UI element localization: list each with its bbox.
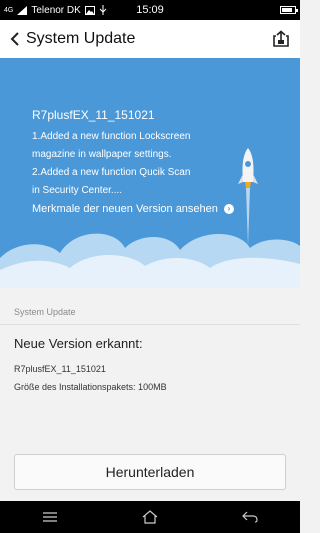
new-version-heading: Neue Version erkannt: xyxy=(14,336,143,351)
release-note-line: in Security Center.... xyxy=(32,185,123,196)
divider xyxy=(0,324,300,325)
home-icon xyxy=(142,510,158,524)
version-number: R7plusfEX_11_151021 xyxy=(14,364,106,374)
battery-level xyxy=(282,8,292,12)
home-button[interactable] xyxy=(130,501,170,533)
battery-icon xyxy=(280,6,298,14)
release-note-line: 1.Added a new function Lockscreen xyxy=(32,131,191,142)
app-bar: System Update xyxy=(0,20,300,58)
back-arrow-icon xyxy=(242,511,258,523)
release-notes: 1.Added a new function Lockscreen magazi… xyxy=(32,128,232,200)
back-button[interactable] xyxy=(0,20,26,58)
package-size: Größe des Installationspakets: 100MB xyxy=(14,382,167,392)
export-icon xyxy=(273,30,289,47)
export-button[interactable] xyxy=(262,20,300,58)
status-right xyxy=(280,6,298,14)
signal-icon xyxy=(17,5,28,15)
section-label: System Update xyxy=(14,307,76,317)
nav-back-button[interactable] xyxy=(230,501,270,533)
network-type: 4G xyxy=(4,6,14,14)
menu-button[interactable] xyxy=(30,501,70,533)
navigation-bar xyxy=(0,501,300,533)
usb-icon xyxy=(99,5,107,15)
chevron-left-icon xyxy=(10,32,19,46)
carrier-name: Telenor DK xyxy=(31,4,81,16)
download-button[interactable]: Herunterladen xyxy=(14,454,286,490)
image-icon xyxy=(84,5,95,15)
update-hero-banner: R7plusfEX_11_151021 1.Added a new functi… xyxy=(0,58,300,288)
release-note-line: magazine in wallpaper settings. xyxy=(32,149,172,160)
hero-version: R7plusfEX_11_151021 xyxy=(32,108,155,122)
status-bar: 4G Telenor DK 15:09 xyxy=(0,0,300,20)
release-note-line: 2.Added a new function Qucik Scan xyxy=(32,167,191,178)
menu-icon xyxy=(43,512,57,522)
clouds-illustration xyxy=(0,233,300,288)
page-title: System Update xyxy=(26,30,136,47)
status-left: 4G Telenor DK xyxy=(4,5,280,16)
